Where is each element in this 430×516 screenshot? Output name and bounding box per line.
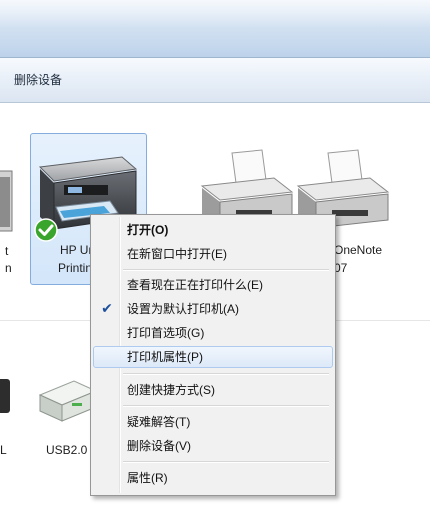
command-bar: 删除设备 bbox=[0, 58, 430, 103]
device-partial-left[interactable]: t n bbox=[0, 143, 20, 293]
checkmark-icon: ✔ bbox=[101, 300, 113, 316]
menu-item-open-new-window[interactable]: 在新窗口中打开(E) bbox=[93, 243, 331, 265]
menu-item-set-default-printer[interactable]: ✔ 设置为默认打印机(A) bbox=[93, 298, 331, 320]
context-menu: 打开(O) 在新窗口中打开(E) 查看现在正在打印什么(E) ✔ 设置为默认打印… bbox=[90, 214, 336, 496]
device-label: n bbox=[5, 261, 12, 275]
menu-item-troubleshoot[interactable]: 疑难解答(T) bbox=[93, 411, 331, 433]
menu-item-remove-device[interactable]: 删除设备(V) bbox=[93, 435, 331, 457]
green-check-icon bbox=[34, 218, 58, 242]
menu-item-open[interactable]: 打开(O) bbox=[93, 219, 331, 241]
menu-item-label: 疑难解答(T) bbox=[127, 415, 191, 429]
printer-icon bbox=[0, 170, 13, 232]
onenote-printer-label-line2: 07 bbox=[334, 261, 348, 275]
usb-device-label: USB2.0 bbox=[46, 443, 88, 457]
titlebar-sheen bbox=[0, 0, 430, 28]
menu-item-label: 属性(R) bbox=[127, 471, 168, 485]
menu-item-label: 在新窗口中打开(E) bbox=[127, 247, 227, 261]
menu-item-label: 设置为默认打印机(A) bbox=[127, 302, 239, 316]
window-titlebar bbox=[0, 0, 430, 58]
menu-separator bbox=[123, 461, 329, 463]
device-label: t bbox=[5, 244, 9, 258]
device-label-partial: L bbox=[0, 443, 7, 457]
menu-item-create-shortcut[interactable]: 创建快捷方式(S) bbox=[93, 379, 331, 401]
onenote-printer-label-line1: OneNote bbox=[334, 243, 383, 257]
menu-separator bbox=[123, 405, 329, 407]
menu-item-label: 查看现在正在打印什么(E) bbox=[127, 278, 263, 292]
menu-item-label: 创建快捷方式(S) bbox=[127, 383, 215, 397]
menu-item-printer-properties[interactable]: 打印机属性(P) bbox=[93, 346, 333, 368]
menu-item-properties[interactable]: 属性(R) bbox=[93, 467, 331, 489]
menu-item-label: 打印机属性(P) bbox=[127, 350, 203, 364]
menu-item-label: 打印首选项(G) bbox=[127, 326, 205, 340]
menu-item-see-printing[interactable]: 查看现在正在打印什么(E) bbox=[93, 274, 331, 296]
menu-item-label: 打开(O) bbox=[127, 223, 169, 237]
menu-item-printing-preferences[interactable]: 打印首选项(G) bbox=[93, 322, 331, 344]
device-icon bbox=[0, 379, 10, 413]
remove-device-button[interactable]: 删除设备 bbox=[12, 71, 64, 89]
menu-separator bbox=[123, 373, 329, 375]
menu-item-label: 删除设备(V) bbox=[127, 439, 191, 453]
menu-separator bbox=[123, 269, 329, 271]
